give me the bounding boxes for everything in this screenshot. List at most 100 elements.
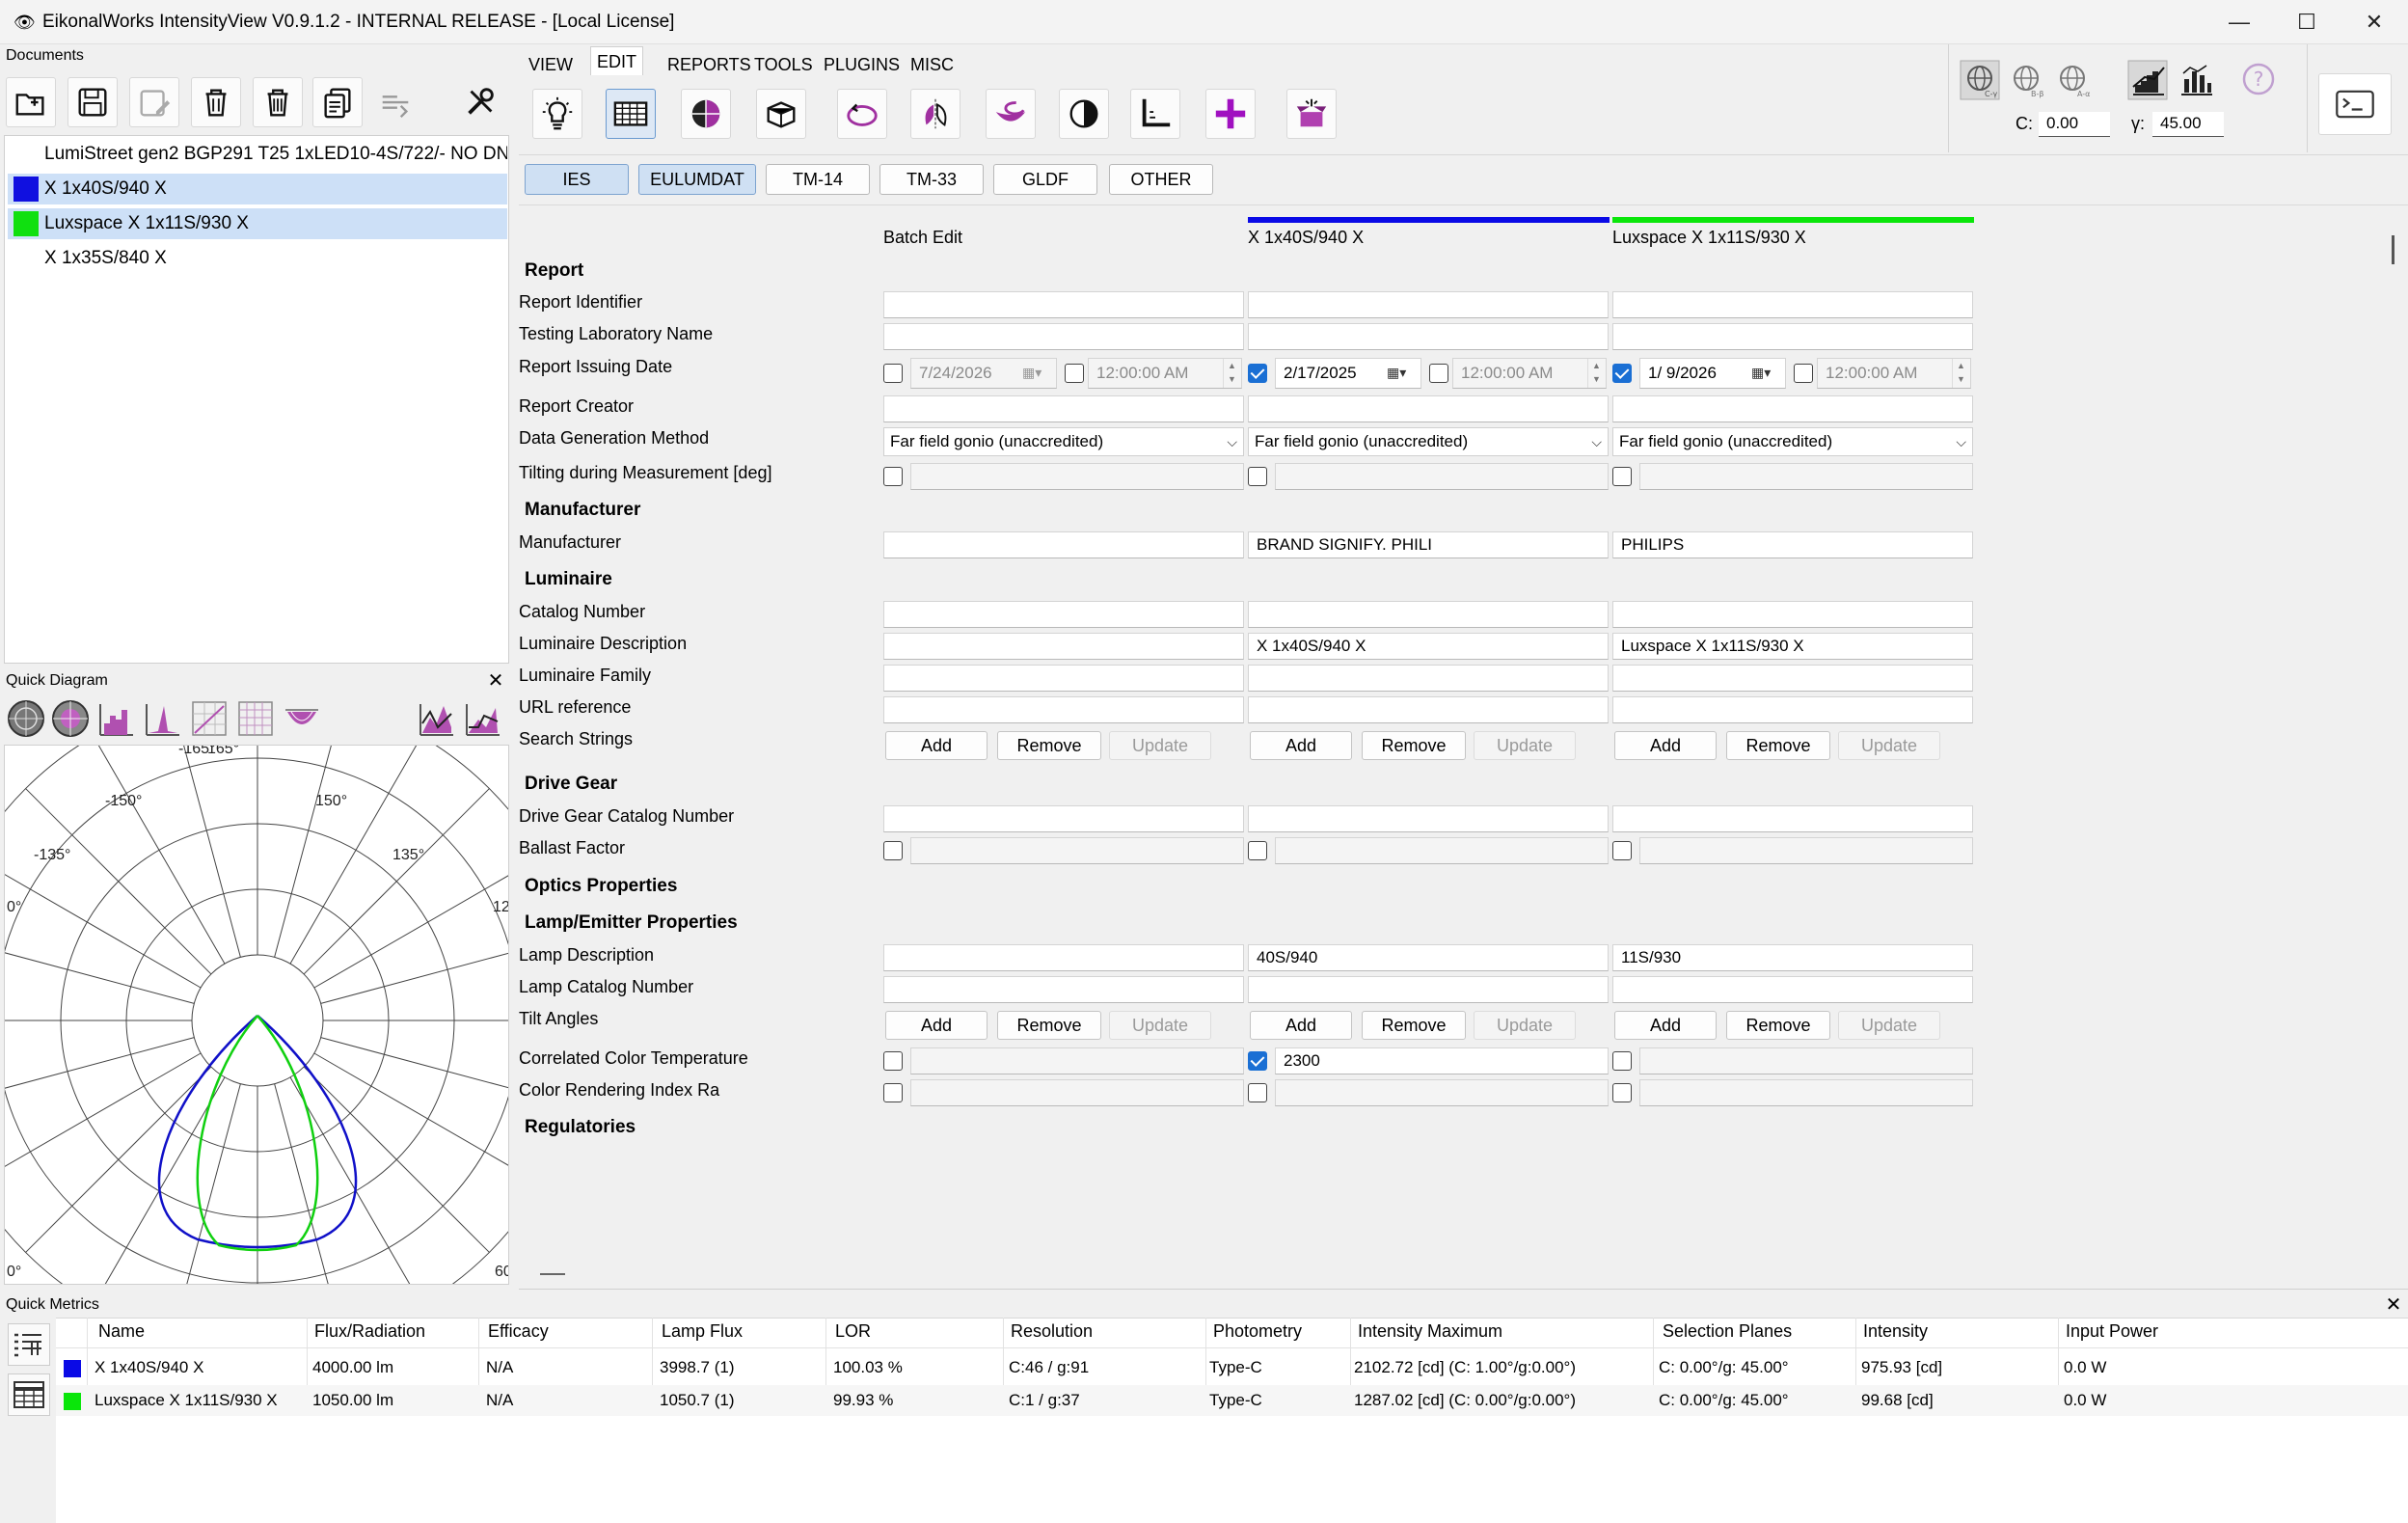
ballast-factor-col2-checkbox[interactable] — [1612, 841, 1632, 860]
cct-col2-input[interactable] — [1639, 1047, 1973, 1074]
calendar-dropdown-icon[interactable]: ▦▾ — [1022, 365, 1042, 381]
luminaire-description-col1[interactable]: X 1x40S/940 X — [1248, 633, 1609, 660]
lamp-description-batch[interactable] — [883, 944, 1244, 971]
ballast-factor-col2-input[interactable] — [1639, 837, 1973, 864]
menu-tab-edit[interactable]: EDIT — [590, 46, 644, 75]
line-overlay-icon[interactable] — [417, 698, 457, 739]
search-strings-update-batch-button[interactable]: Update — [1109, 731, 1211, 760]
search-strings-remove-col1-button[interactable]: Remove — [1362, 731, 1466, 760]
bar-chart-icon[interactable] — [2176, 60, 2216, 100]
column-header-selection-planes[interactable]: Selection Planes — [1663, 1321, 1792, 1342]
menu-tab-tools[interactable]: TOOLS — [748, 50, 819, 79]
tools-button[interactable] — [455, 77, 505, 127]
tilt-angles-remove-batch-button[interactable]: Remove — [997, 1011, 1101, 1040]
tilt-angles-remove-col2-button[interactable]: Remove — [1726, 1011, 1830, 1040]
quick-metrics-close-button[interactable]: ✕ — [2382, 1293, 2405, 1317]
issuing-date-batch-checkbox[interactable] — [883, 364, 903, 383]
tilting-batch-checkbox[interactable] — [883, 467, 903, 486]
tilt-angles-update-batch-button[interactable]: Update — [1109, 1011, 1211, 1040]
report-creator-batch[interactable] — [883, 395, 1244, 422]
ballast-factor-col1-checkbox[interactable] — [1248, 841, 1267, 860]
axes-button[interactable] — [1130, 89, 1180, 139]
cct-col1-checkbox[interactable] — [1248, 1051, 1267, 1071]
ballast-factor-batch-checkbox[interactable] — [883, 841, 903, 860]
tilting-col1-checkbox[interactable] — [1248, 467, 1267, 486]
tilt-angles-update-col2-button[interactable]: Update — [1838, 1011, 1940, 1040]
sphere-button[interactable] — [681, 89, 731, 139]
report-creator-col2[interactable] — [1612, 395, 1973, 422]
issuing-time-batch-input[interactable]: 12:00:00 AM — [1088, 358, 1242, 389]
cri-col1-input[interactable] — [1275, 1079, 1609, 1106]
horizontal-scrollbar-thumb[interactable] — [540, 1273, 565, 1275]
document-item[interactable]: X 1x35S/840 X — [8, 243, 507, 274]
document-item[interactable]: Luxspace X 1x11S/930 X — [8, 208, 507, 239]
tilt-angles-add-col1-button[interactable]: Add — [1250, 1011, 1352, 1040]
tilting-col2-input[interactable] — [1639, 463, 1973, 490]
report-identifier-batch[interactable] — [883, 291, 1244, 318]
format-tab-gldf[interactable]: GLDF — [993, 164, 1097, 195]
save-button[interactable] — [68, 77, 118, 127]
column-header-intensity[interactable]: Intensity — [1863, 1321, 1928, 1342]
data-generation-col2-select[interactable]: Far field gonio (unaccredited) ⌵ — [1612, 427, 1973, 456]
column-header-intensity-max[interactable]: Intensity Maximum — [1358, 1321, 1502, 1342]
lamp-catalog-col1[interactable] — [1248, 976, 1609, 1003]
globe-cy-icon[interactable]: C-γ — [1960, 60, 2000, 100]
cartesian-diagram-icon[interactable] — [189, 698, 230, 739]
search-strings-remove-col2-button[interactable]: Remove — [1726, 731, 1830, 760]
console-button[interactable] — [2318, 73, 2392, 135]
tilt-angles-remove-col1-button[interactable]: Remove — [1362, 1011, 1466, 1040]
column-header-flux[interactable]: Flux/Radiation — [314, 1321, 425, 1342]
report-identifier-col1[interactable] — [1248, 291, 1609, 318]
issuing-time-batch-checkbox[interactable] — [1065, 364, 1084, 383]
save-as-button[interactable] — [129, 77, 179, 127]
luminaire-family-batch[interactable] — [883, 665, 1244, 692]
issuing-time-col1-checkbox[interactable] — [1429, 364, 1448, 383]
catalog-number-batch[interactable] — [883, 601, 1244, 628]
polar-diagram-icon[interactable] — [6, 698, 46, 739]
histogram-icon[interactable] — [96, 698, 137, 739]
data-generation-col1-select[interactable]: Far field gonio (unaccredited) ⌵ — [1248, 427, 1609, 456]
list-view-button[interactable] — [8, 1323, 50, 1366]
cct-col1-input[interactable]: 2300 — [1275, 1047, 1609, 1074]
merge-button[interactable] — [370, 77, 420, 127]
luminaire-description-batch[interactable] — [883, 633, 1244, 660]
column-header-name[interactable]: Name — [98, 1321, 145, 1342]
contrast-button[interactable] — [1059, 89, 1109, 139]
data-generation-batch-select[interactable]: Far field gonio (unaccredited) ⌵ — [883, 427, 1244, 456]
format-tab-tm33[interactable]: TM-33 — [879, 164, 984, 195]
cct-batch-input[interactable] — [910, 1047, 1244, 1074]
duplicate-button[interactable] — [312, 77, 363, 127]
testing-lab-col1[interactable] — [1248, 323, 1609, 350]
column-header-lor[interactable]: LOR — [835, 1321, 871, 1342]
document-item[interactable]: LumiStreet gen2 BGP291 T25 1xLED10-4S/72… — [8, 139, 507, 170]
time-spinner-icon[interactable]: ▲ ▼ — [1587, 359, 1605, 388]
gamma-value-input[interactable]: 45.00 — [2152, 112, 2224, 137]
url-reference-col1[interactable] — [1248, 696, 1609, 723]
cri-batch-checkbox[interactable] — [883, 1083, 903, 1102]
rotate-button[interactable] — [837, 89, 887, 139]
globe-aa-icon[interactable]: A-α — [2052, 60, 2093, 100]
column-header-input-power[interactable]: Input Power — [2066, 1321, 2158, 1342]
lamp-catalog-col2[interactable] — [1612, 976, 1973, 1003]
time-spinner-icon[interactable]: ▲ ▼ — [1223, 359, 1240, 388]
luminaire-button[interactable] — [532, 89, 582, 139]
manufacturer-col1[interactable]: BRAND SIGNIFY. PHILI — [1248, 531, 1609, 558]
format-tab-eulumdat[interactable]: EULUMDAT — [638, 164, 756, 195]
testing-lab-col2[interactable] — [1612, 323, 1973, 350]
manufacturer-batch[interactable] — [883, 531, 1244, 558]
issuing-date-col2-checkbox[interactable] — [1612, 364, 1632, 383]
add-item-button[interactable] — [1205, 89, 1256, 139]
cri-col2-checkbox[interactable] — [1612, 1083, 1632, 1102]
tilt-angles-add-col2-button[interactable]: Add — [1614, 1011, 1717, 1040]
close-window-button[interactable]: ✕ — [2340, 0, 2408, 44]
flip-button[interactable] — [986, 89, 1036, 139]
lamp-catalog-batch[interactable] — [883, 976, 1244, 1003]
column-header-efficacy[interactable]: Efficacy — [488, 1321, 549, 1342]
delete-all-button[interactable] — [253, 77, 303, 127]
cri-batch-input[interactable] — [910, 1079, 1244, 1106]
tilting-col2-checkbox[interactable] — [1612, 467, 1632, 486]
c-value-input[interactable]: 0.00 — [2039, 112, 2110, 137]
url-reference-batch[interactable] — [883, 696, 1244, 723]
format-tab-other[interactable]: OTHER — [1109, 164, 1213, 195]
time-spinner-icon[interactable]: ▲ ▼ — [1952, 359, 1969, 388]
